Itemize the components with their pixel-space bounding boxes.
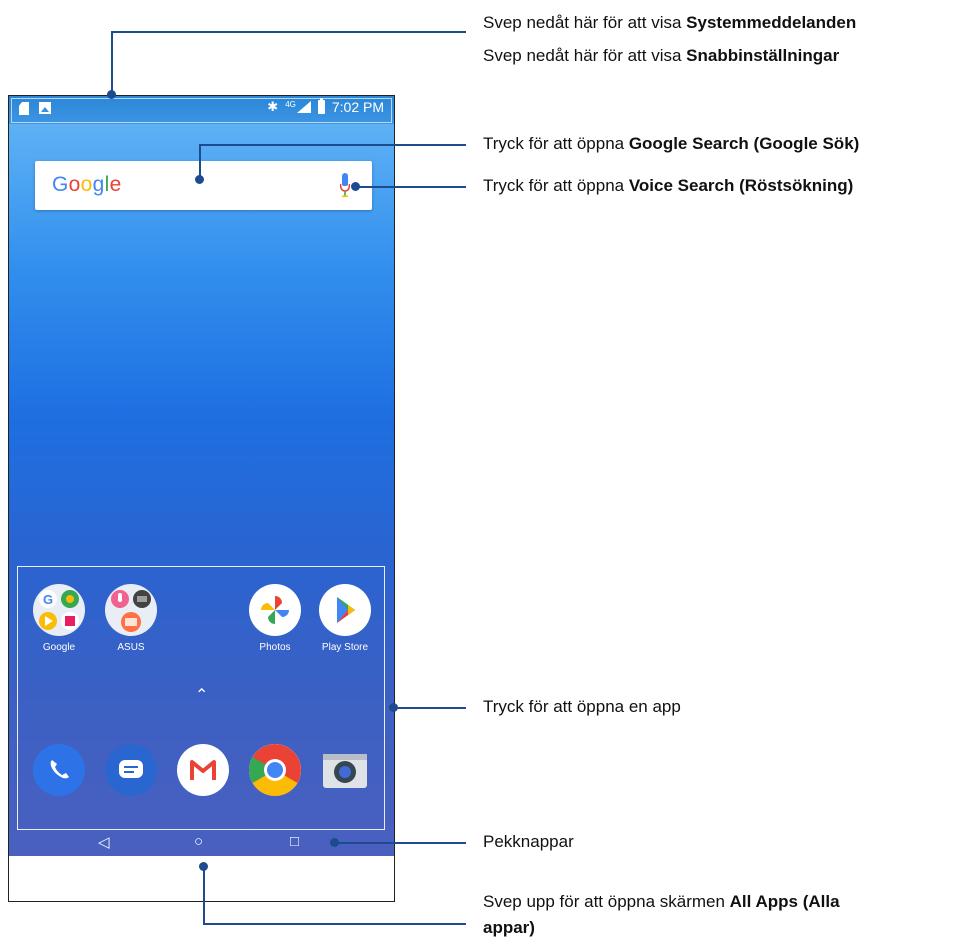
callout-dot-allapps bbox=[199, 862, 208, 871]
svg-text:G: G bbox=[43, 592, 53, 607]
chrome-icon bbox=[249, 744, 301, 796]
google-search-bar[interactable]: Google bbox=[35, 161, 372, 210]
app-label-asus: ASUS bbox=[117, 642, 145, 653]
battery-icon bbox=[317, 98, 325, 114]
callout-open-app: Tryck för att öppna en app bbox=[483, 697, 681, 716]
callout-line-app bbox=[393, 707, 466, 709]
image-notification-icon bbox=[39, 102, 51, 114]
asus-folder-icon bbox=[105, 584, 157, 636]
phone-icon bbox=[33, 744, 85, 796]
status-bar[interactable]: ✱ 4G 7:02 PM bbox=[9, 96, 394, 124]
google-folder[interactable]: G Google bbox=[29, 584, 89, 653]
chevron-up-icon[interactable]: ⌃ bbox=[195, 685, 208, 705]
asus-folder[interactable]: ASUS bbox=[101, 584, 161, 653]
photos-app[interactable]: Photos bbox=[245, 584, 305, 653]
callout-quick-settings: Svep nedåt här för att visa Snabbinställ… bbox=[483, 46, 840, 65]
messages-icon bbox=[105, 744, 157, 796]
callout-touch-keys: Pekknappar bbox=[483, 832, 574, 851]
callout-line-voice bbox=[355, 186, 466, 188]
home-button[interactable]: ○ bbox=[194, 833, 203, 850]
callout-all-apps: Svep upp för att öppna skärmen All Apps … bbox=[483, 892, 840, 911]
camera-icon bbox=[319, 744, 371, 796]
google-folder-icon: G bbox=[33, 584, 85, 636]
app-label-photos: Photos bbox=[259, 642, 291, 653]
bluetooth-icon: ✱ bbox=[267, 99, 279, 114]
callout-voice-search: Tryck för att öppna Voice Search (Röstsö… bbox=[483, 176, 854, 195]
messages-app[interactable] bbox=[101, 744, 161, 796]
mic-icon[interactable] bbox=[340, 173, 350, 199]
google-logo: Google bbox=[52, 173, 122, 196]
app-label-play-store: Play Store bbox=[321, 642, 369, 653]
home-screen[interactable]: ✱ 4G 7:02 PM Google G Google ASUS Photos… bbox=[9, 96, 394, 856]
callout-line-status-h bbox=[111, 31, 466, 33]
callout-line-status bbox=[111, 31, 113, 94]
sd-card-icon bbox=[19, 102, 29, 115]
callout-notifications: Svep nedåt här för att visa Systemmeddel… bbox=[483, 13, 857, 32]
callout-dot-voice bbox=[351, 182, 360, 191]
photos-icon bbox=[249, 584, 301, 636]
callout-dot-search bbox=[195, 175, 204, 184]
callout-all-apps-line2: appar) bbox=[483, 918, 535, 937]
callout-line-search-h bbox=[199, 144, 466, 146]
callout-dot-status bbox=[107, 90, 116, 99]
gmail-app[interactable] bbox=[173, 744, 233, 796]
camera-app[interactable] bbox=[315, 744, 375, 796]
callout-dot-app bbox=[389, 703, 398, 712]
callout-line-allapps bbox=[203, 868, 205, 925]
callout-dot-keys bbox=[330, 838, 339, 847]
callout-line-keys bbox=[334, 842, 466, 844]
back-button[interactable]: ◁ bbox=[98, 833, 110, 851]
signal-icon bbox=[296, 101, 311, 113]
phone-app[interactable] bbox=[29, 744, 89, 796]
callout-line-allapps-h bbox=[203, 923, 466, 925]
callout-google-search: Tryck för att öppna Google Search (Googl… bbox=[483, 134, 860, 153]
callout-line-search bbox=[199, 144, 201, 179]
recents-button[interactable]: □ bbox=[290, 833, 299, 850]
gmail-icon bbox=[177, 744, 229, 796]
play-store-app[interactable]: Play Store bbox=[315, 584, 375, 653]
status-time: 7:02 PM bbox=[331, 99, 384, 115]
phone-screen: ✱ 4G 7:02 PM Google G Google ASUS Photos… bbox=[8, 95, 395, 902]
chrome-app[interactable] bbox=[245, 744, 305, 796]
app-label-google: Google bbox=[42, 642, 76, 653]
network-type: 4G bbox=[285, 99, 296, 109]
play-store-icon bbox=[319, 584, 371, 636]
